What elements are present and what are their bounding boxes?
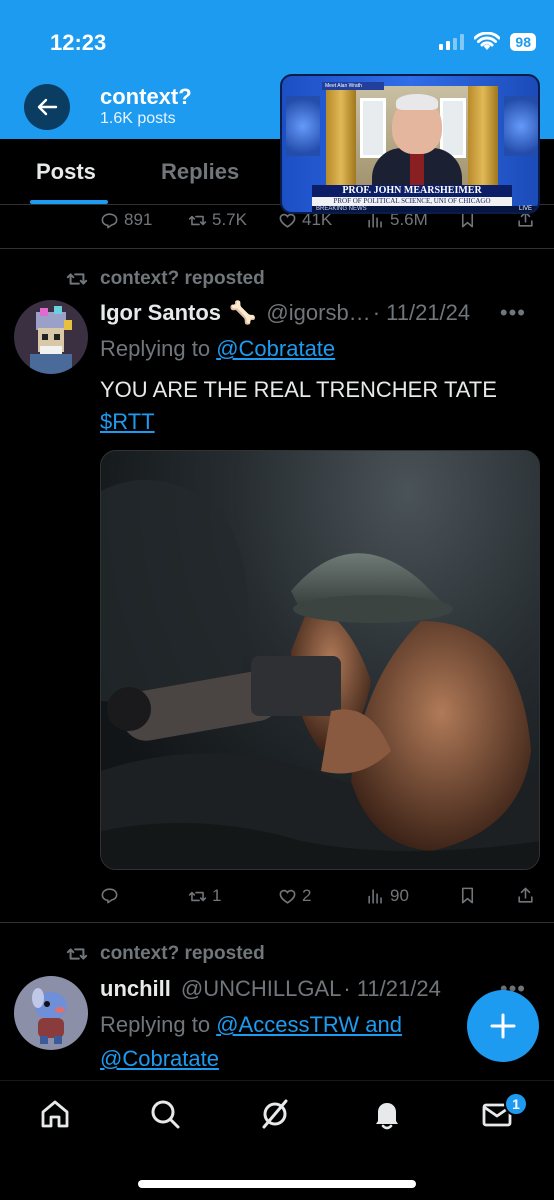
battery-indicator: 98: [510, 33, 536, 51]
reply-mention-link[interactable]: @AccessTRW and: [216, 1012, 402, 1037]
reply-prefix: Replying to: [100, 1012, 211, 1037]
search-icon: [151, 1100, 180, 1129]
reply-button[interactable]: [100, 886, 124, 905]
reply-count: 891: [124, 210, 153, 229]
nav-search[interactable]: [148, 1097, 182, 1131]
reply-icon: [101, 888, 118, 904]
repost-label: context? reposted: [100, 268, 265, 289]
speaker-role-caption: PROF OF POLITICAL SCIENCE, UNI OF CHICAG…: [312, 197, 512, 206]
plus-icon: [490, 1013, 516, 1039]
reply-context: Replying to @AccessTRW and @Cobratate: [100, 1008, 530, 1076]
lower-third: PROF. JOHN MEARSHEIMER PROF OF POLITICAL…: [312, 185, 538, 212]
views-icon: [368, 888, 382, 904]
video-chip: Meet Alan Wrath: [322, 82, 384, 90]
share-button[interactable]: [516, 886, 535, 905]
compose-post-button[interactable]: [467, 990, 539, 1062]
post-actions: 1 2 90: [100, 886, 540, 910]
views-button[interactable]: 90: [366, 886, 409, 906]
post-body: YOU ARE THE REAL TRENCHER TATE: [100, 377, 497, 402]
repost-label: context? reposted: [100, 943, 265, 964]
post-image[interactable]: [100, 450, 540, 870]
reply-mention-link[interactable]: @Cobratate: [100, 1046, 219, 1071]
back-arrow-icon: [37, 98, 58, 116]
bookmark-button[interactable]: [458, 886, 477, 905]
live-label: LIVE: [518, 206, 532, 212]
soldier-photo: [101, 479, 539, 869]
reply-context: Replying to @Cobratate: [100, 332, 530, 366]
cartoon-dog-avatar: [14, 976, 88, 1050]
author-handle[interactable]: @UNCHILLGAL: [181, 976, 342, 1002]
tab-posts[interactable]: Posts: [36, 159, 96, 185]
like-icon: [279, 889, 296, 904]
like-count: 2: [302, 886, 312, 905]
post-divider: [0, 922, 554, 923]
speaker-name-caption: PROF. JOHN MEARSHEIMER: [312, 185, 512, 197]
repost-icon: [188, 215, 207, 225]
repost-indicator[interactable]: context? reposted: [66, 268, 265, 290]
post-author-line: unchill @UNCHILLGAL · 11/21/24 •••: [100, 976, 540, 1002]
author-name[interactable]: unchill: [100, 976, 171, 1002]
views-count: 90: [390, 886, 409, 905]
bone-emoji: 🦴: [229, 300, 257, 325]
status-icons: 98: [439, 32, 536, 52]
repost-icon: [188, 891, 207, 901]
status-time: 12:23: [50, 30, 107, 55]
news-ticker: BREAKING NEWS LIVE: [312, 206, 538, 212]
repost-icon: [66, 273, 88, 285]
more-options-button[interactable]: •••: [500, 300, 526, 326]
cellular-signal-icon: [439, 34, 465, 50]
wifi-icon: [474, 32, 501, 50]
globe-graphic: [286, 96, 320, 156]
nav-home[interactable]: [38, 1097, 72, 1131]
repost-icon: [66, 948, 88, 960]
reply-icon: [101, 212, 118, 228]
window: [440, 98, 466, 158]
post-author-line: Igor Santos 🦴 @igorsb… · 11/21/24 •••: [100, 300, 540, 326]
reply-button[interactable]: 891: [100, 210, 152, 230]
post-text: YOU ARE THE REAL TRENCHER TATE $RTT: [100, 374, 530, 438]
post-date: · 11/21/24: [372, 300, 471, 325]
back-button[interactable]: [24, 84, 70, 130]
ticker-text: BREAKING NEWS: [316, 206, 367, 212]
home-icon: [41, 1100, 69, 1128]
home-indicator[interactable]: [138, 1180, 416, 1188]
like-button[interactable]: 2: [278, 886, 311, 906]
reply-prefix: Replying to: [100, 336, 211, 361]
globe-graphic: [504, 96, 538, 156]
post-date: · 11/21/24: [343, 976, 441, 1001]
tab-replies[interactable]: Replies: [161, 159, 239, 185]
cashtag-link[interactable]: $RTT: [100, 406, 155, 438]
curtain: [468, 86, 498, 194]
author-name[interactable]: Igor Santos: [100, 300, 221, 326]
repost-button[interactable]: 5.7K: [188, 210, 247, 230]
page-title: context?: [100, 84, 192, 109]
speaker-hair: [396, 94, 438, 110]
bell-icon: [376, 1103, 398, 1130]
author-handle[interactable]: @igorsb…: [266, 300, 370, 326]
repost-count: 1: [212, 886, 222, 905]
reply-mention-link[interactable]: @Cobratate: [216, 336, 335, 361]
nav-notifications[interactable]: [370, 1097, 404, 1131]
bookmark-icon: [461, 887, 474, 904]
picture-in-picture-video[interactable]: Meet Alan Wrath PROF. JOHN MEARSHEIMER P…: [280, 74, 540, 214]
post-divider: [0, 248, 554, 249]
share-icon: [518, 887, 533, 903]
repost-count: 5.7K: [212, 210, 247, 229]
post-count: 1.6K posts: [100, 110, 176, 127]
grok-icon: [262, 1099, 288, 1129]
pixel-art-avatar: [14, 300, 88, 374]
active-tab-indicator: [30, 200, 108, 204]
notification-badge: 1: [504, 1092, 528, 1116]
repost-indicator[interactable]: context? reposted: [66, 943, 265, 965]
window: [360, 98, 386, 158]
nav-grok[interactable]: [258, 1097, 292, 1131]
repost-button[interactable]: 1: [188, 886, 221, 906]
avatar[interactable]: [14, 300, 88, 374]
avatar[interactable]: [14, 976, 88, 1050]
curtain: [326, 86, 356, 194]
